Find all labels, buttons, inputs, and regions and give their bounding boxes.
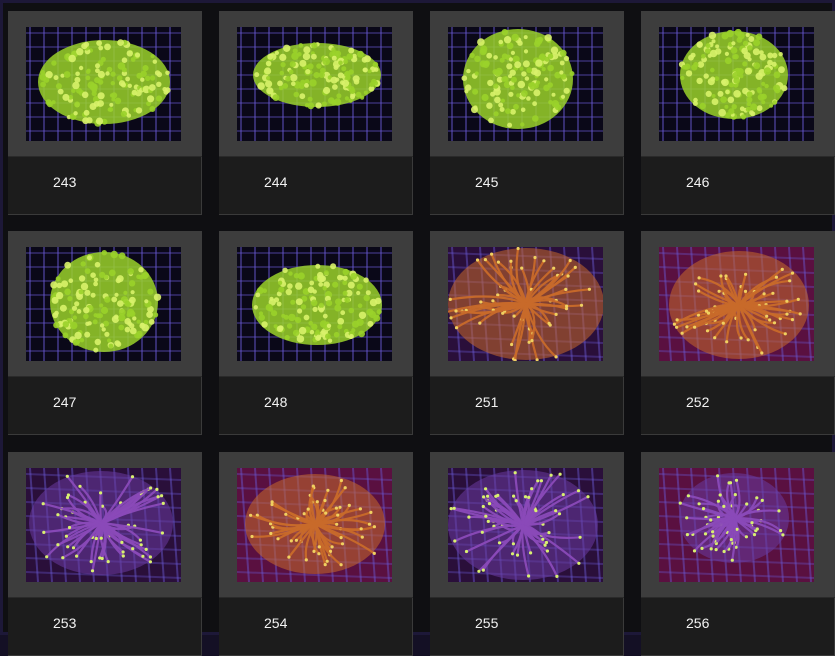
- thumbnail-frame: [430, 452, 624, 598]
- gallery-card: 255: [430, 452, 624, 656]
- gallery-card: 246: [641, 11, 835, 215]
- coral-thumbnail[interactable]: [26, 468, 181, 582]
- coral-thumbnail[interactable]: [659, 468, 814, 582]
- gallery-card: 253: [8, 452, 202, 656]
- thumbnail-frame: [641, 231, 835, 377]
- gallery-card: 243: [8, 11, 202, 215]
- gallery-card: 256: [641, 452, 835, 656]
- coral-thumbnail[interactable]: [26, 27, 181, 141]
- item-number: 244: [264, 174, 288, 190]
- coral-thumbnail[interactable]: [26, 247, 181, 361]
- gallery-card: 251: [430, 231, 624, 435]
- thumbnail-frame: [430, 231, 624, 377]
- coral-thumbnail[interactable]: [448, 247, 603, 361]
- coral-thumbnail[interactable]: [237, 247, 392, 361]
- coral-thumbnail[interactable]: [448, 468, 603, 582]
- gallery-card: 247: [8, 231, 202, 435]
- item-number: 243: [53, 174, 77, 190]
- item-number: 252: [686, 394, 710, 410]
- item-number: 253: [53, 615, 77, 631]
- coral-thumbnail[interactable]: [237, 27, 392, 141]
- gallery-card: 252: [641, 231, 835, 435]
- thumbnail-frame: [8, 452, 202, 598]
- coral-thumbnail[interactable]: [237, 468, 392, 582]
- thumbnail-frame: [430, 11, 624, 157]
- item-number: 254: [264, 615, 288, 631]
- item-number: 251: [475, 394, 499, 410]
- thumbnail-frame: [219, 231, 413, 377]
- item-number: 255: [475, 615, 499, 631]
- item-number: 245: [475, 174, 499, 190]
- thumbnail-frame: [641, 452, 835, 598]
- gallery-card: 254: [219, 452, 413, 656]
- thumbnail-frame: [641, 11, 835, 157]
- item-number: 248: [264, 394, 288, 410]
- thumbnail-gallery: 243 244 245 246 247 248 251 252 253 254 …: [0, 0, 835, 656]
- item-number: 246: [686, 174, 710, 190]
- coral-thumbnail[interactable]: [659, 27, 814, 141]
- item-number: 247: [53, 394, 77, 410]
- gallery-card: 248: [219, 231, 413, 435]
- coral-thumbnail[interactable]: [448, 27, 603, 141]
- gallery-card: 244: [219, 11, 413, 215]
- thumbnail-frame: [8, 231, 202, 377]
- coral-thumbnail[interactable]: [659, 247, 814, 361]
- thumbnail-frame: [8, 11, 202, 157]
- thumbnail-frame: [219, 11, 413, 157]
- thumbnail-frame: [219, 452, 413, 598]
- item-number: 256: [686, 615, 710, 631]
- gallery-card: 245: [430, 11, 624, 215]
